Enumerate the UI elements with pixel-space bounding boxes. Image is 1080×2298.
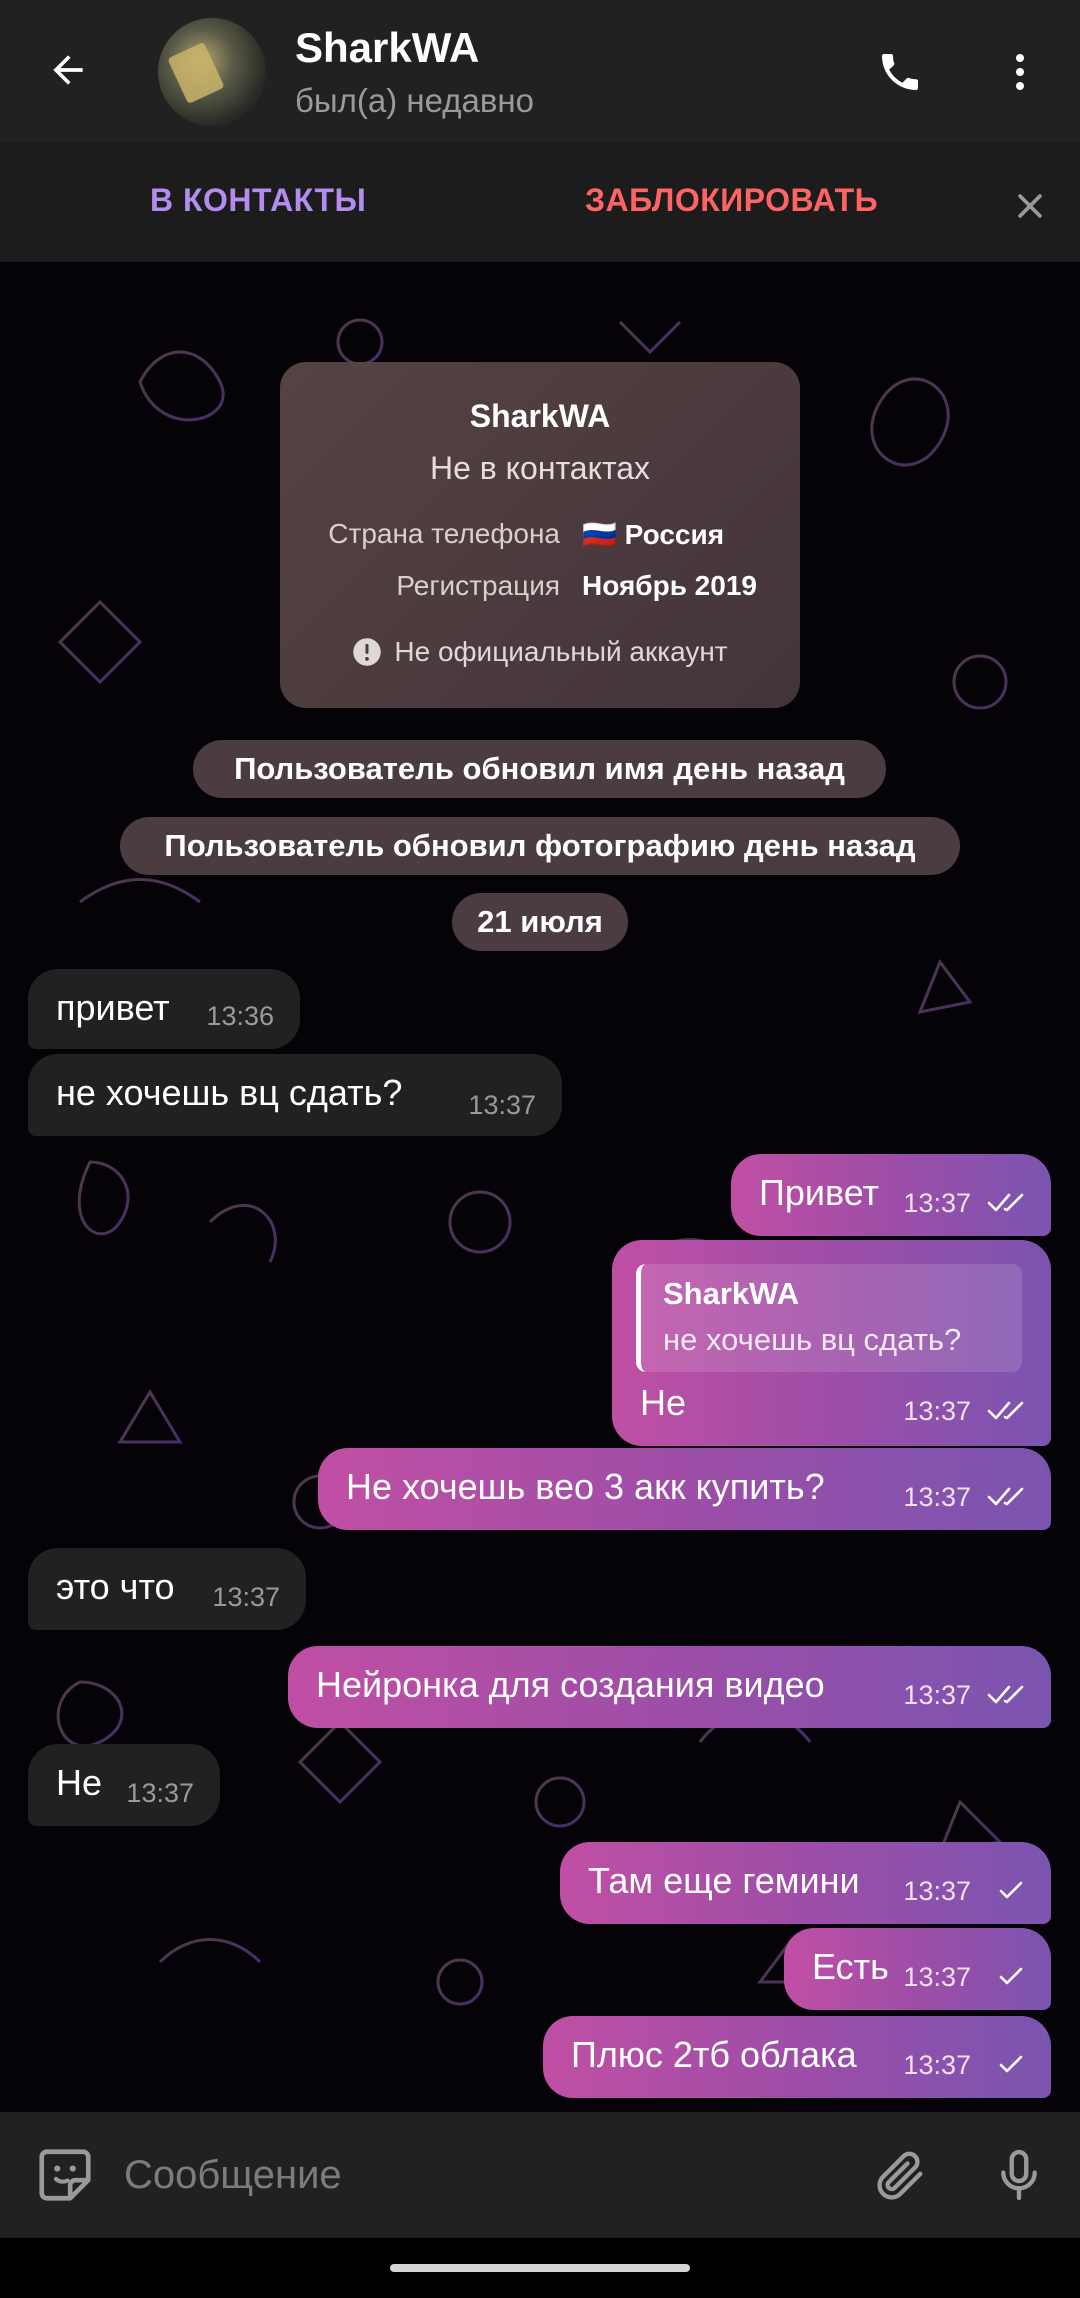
message-time: 13:36 <box>206 1001 274 1031</box>
message-text: Плюс 2тб облака <box>571 2034 857 2075</box>
message-time: 13:37 <box>903 1680 971 1710</box>
phone-icon <box>882 54 918 90</box>
message-bubble-outgoing[interactable]: Привет 13:37 <box>731 1154 1051 1236</box>
contact-action-bar: В КОНТАКТЫ ЗАБЛОКИРОВАТЬ <box>0 142 1080 262</box>
phone-country-value: 🇷🇺 Россия <box>582 519 725 550</box>
voice-message-button[interactable] <box>984 2140 1054 2210</box>
home-gesture-handle[interactable] <box>390 2264 690 2272</box>
sticker-icon <box>39 2149 91 2201</box>
info-card-subtitle: Не в контактах <box>429 450 651 486</box>
double-check-icon <box>987 1487 1024 1506</box>
close-icon <box>1018 194 1042 218</box>
message-text: Не хочешь вео 3 акк купить? <box>346 1466 825 1507</box>
unofficial-account-text: Не официальный аккаунт <box>394 636 728 667</box>
info-card-name: SharkWA <box>469 398 611 434</box>
message-text: Есть <box>812 1946 889 1987</box>
microphone-icon <box>1001 2149 1037 2201</box>
message-composer <box>0 2112 1080 2238</box>
system-nav-bar <box>0 2238 1080 2298</box>
unofficial-account-note: Не официальный аккаунт <box>280 636 800 668</box>
phone-country-label: Страна телефона <box>328 518 560 549</box>
paperclip-icon <box>877 2151 923 2200</box>
message-time: 13:37 <box>903 1876 971 1906</box>
reply-quote[interactable]: SharkWA не хочешь вц сдать? <box>636 1264 1022 1372</box>
reply-author: SharkWA <box>663 1276 800 1311</box>
check-icon <box>999 1881 1023 1899</box>
double-check-icon <box>987 1401 1024 1420</box>
double-check-icon <box>987 1193 1024 1212</box>
message-bubble-incoming[interactable]: не хочешь вц сдать? 13:37 <box>28 1054 562 1136</box>
message-text: Нейронка для создания видео <box>316 1664 825 1705</box>
avatar[interactable] <box>158 18 266 126</box>
message-text: не хочешь вц сдать? <box>56 1072 403 1113</box>
message-text: Привет <box>759 1172 880 1213</box>
more-options-button[interactable] <box>986 38 1054 106</box>
message-input[interactable] <box>124 2140 824 2210</box>
message-time: 13:37 <box>903 1188 971 1218</box>
chat-header: SharkWA был(а) недавно <box>0 0 1080 142</box>
reply-text: не хочешь вц сдать? <box>663 1322 962 1357</box>
service-message: Пользователь обновил фотографию день наз… <box>120 817 960 875</box>
message-bubble-outgoing[interactable]: Плюс 2тб облака 13:37 <box>543 2016 1051 2098</box>
registration-label: Регистрация <box>396 570 560 601</box>
date-separator: 21 июля <box>452 893 628 951</box>
check-icon <box>999 2055 1023 2073</box>
message-time: 13:37 <box>903 1482 971 1512</box>
add-to-contacts-button[interactable]: В КОНТАКТЫ <box>150 182 366 219</box>
message-bubble-outgoing-reply[interactable]: SharkWA не хочешь вц сдать? Не 13:37 <box>612 1240 1051 1446</box>
double-check-icon <box>987 1685 1024 1704</box>
attach-button[interactable] <box>866 2140 936 2210</box>
message-bubble-incoming[interactable]: привет 13:36 <box>28 969 300 1049</box>
registration-value: Ноябрь 2019 <box>582 570 757 601</box>
contact-info-card: SharkWA Не в контактах Страна телефона 🇷… <box>280 362 800 708</box>
message-bubble-outgoing[interactable]: Есть 13:37 <box>784 1928 1051 2010</box>
message-text: это что <box>56 1566 175 1607</box>
arrow-left-icon <box>53 55 83 85</box>
exclamation-circle-icon <box>353 638 382 666</box>
message-bubble-incoming[interactable]: это что 13:37 <box>28 1548 306 1630</box>
call-button[interactable] <box>866 38 934 106</box>
message-text: Не <box>640 1382 687 1423</box>
message-time: 13:37 <box>212 1582 280 1612</box>
back-button[interactable] <box>34 36 102 104</box>
block-user-button[interactable]: ЗАБЛОКИРОВАТЬ <box>585 182 878 219</box>
message-bubble-outgoing[interactable]: Нейронка для создания видео 13:37 <box>288 1646 1051 1728</box>
message-bubble-incoming[interactable]: Не 13:37 <box>28 1744 220 1826</box>
contact-name[interactable]: SharkWA <box>295 24 479 72</box>
message-text: Там еще гемини <box>588 1860 860 1901</box>
contact-status: был(а) недавно <box>295 82 534 119</box>
message-time: 13:37 <box>903 1962 971 1992</box>
message-text: Не <box>56 1762 103 1803</box>
close-action-bar-button[interactable] <box>1006 182 1054 230</box>
message-time: 13:37 <box>903 2050 971 2080</box>
message-time: 13:37 <box>126 1778 194 1808</box>
sticker-button[interactable] <box>30 2140 100 2210</box>
message-text: привет <box>56 987 170 1028</box>
message-time: 13:37 <box>903 1396 971 1426</box>
chat-area[interactable]: SharkWA Не в контактах Страна телефона 🇷… <box>0 262 1080 2112</box>
message-time: 13:37 <box>468 1090 536 1120</box>
message-bubble-outgoing[interactable]: Там еще гемини 13:37 <box>560 1842 1051 1924</box>
check-icon <box>999 1967 1023 1985</box>
service-message: Пользователь обновил имя день назад <box>193 740 886 798</box>
message-bubble-outgoing[interactable]: Не хочешь вео 3 акк купить? 13:37 <box>318 1448 1051 1530</box>
more-vertical-icon <box>1016 54 1024 90</box>
